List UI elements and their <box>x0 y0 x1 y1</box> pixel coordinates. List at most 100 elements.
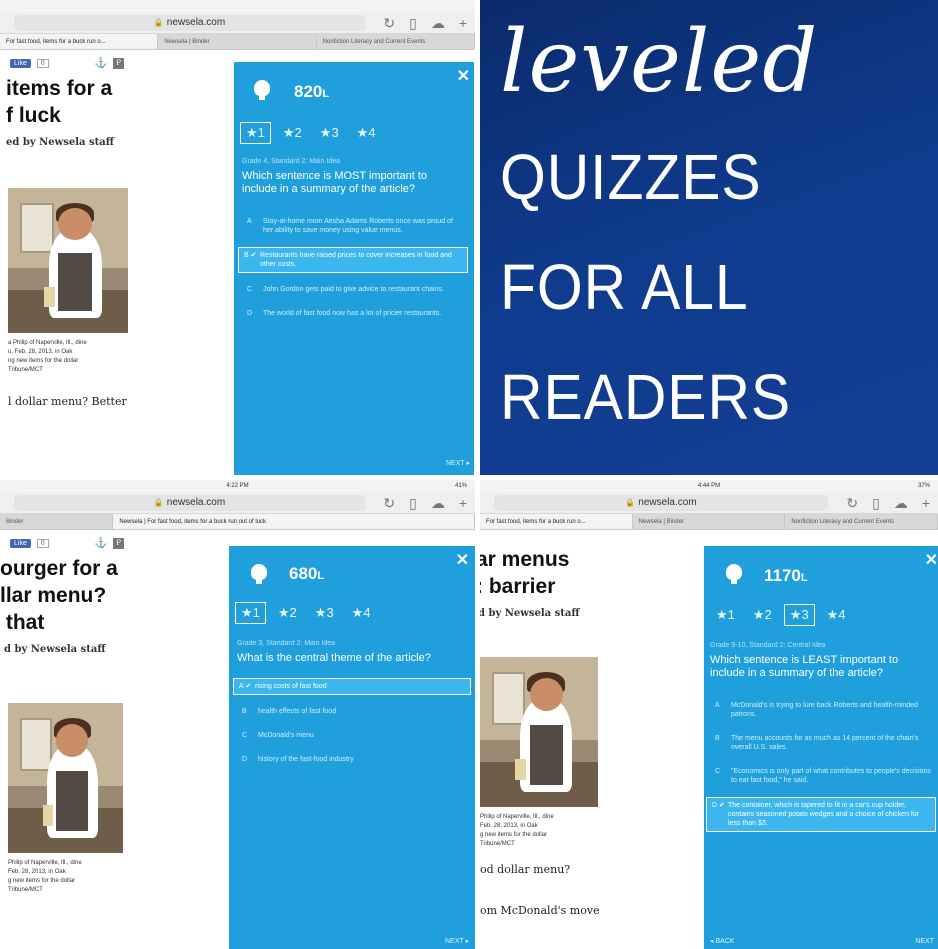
reload-icon[interactable]: ↻ <box>383 14 395 32</box>
star-4-tab[interactable]: ★4 <box>346 602 377 624</box>
star-3-tab[interactable]: ★3 <box>309 602 340 624</box>
tab-binder[interactable]: Newsela | Binder <box>633 514 786 529</box>
byline: ed by Newsela staff <box>6 137 114 148</box>
tab-nonfiction[interactable]: Nonfiction Literacy and Current Events <box>317 34 475 49</box>
facebook-like-button[interactable]: Like <box>10 59 31 68</box>
question-text: Which sentence is MOST important to incl… <box>242 170 428 195</box>
print-icon[interactable]: P <box>113 58 125 69</box>
photo-caption: a Philip of Naperville, Ill., dine u, Fe… <box>8 340 87 373</box>
quiz-panel: 680L ✕ ★1 ★2 ★3 ★4 Grade 3, Standard 2: … <box>229 546 475 949</box>
new-tab-icon[interactable]: + <box>922 494 930 512</box>
answer-a[interactable]: A McDonald's is trying to lure back Rober… <box>710 698 936 722</box>
byline: d by Newsela staff <box>480 608 580 619</box>
lightbulb-icon <box>254 80 270 100</box>
photo-caption: Philip of Naperville, Ill., dine Feb. 28… <box>8 860 82 893</box>
title-graphic: leveled QUIZZES FOR ALL READERS <box>480 0 938 475</box>
cloud-icon[interactable]: ☁ <box>894 494 908 512</box>
url-field[interactable]: 🔒 newsela.com <box>14 495 365 511</box>
star-2-tab[interactable]: ★2 <box>747 604 778 626</box>
lock-icon: 🔒 <box>153 498 164 507</box>
article-lead-2: om McDonald's move <box>480 904 600 917</box>
question-text: What is the central theme of the article… <box>237 652 431 664</box>
title-line-1: QUIZZES <box>500 141 762 213</box>
next-button[interactable]: NEXT <box>915 938 934 945</box>
url-text: newsela.com <box>166 17 226 28</box>
lock-icon: 🔒 <box>625 498 636 507</box>
standard-label: Grade 9-10, Standard 2: Central Idea <box>710 642 826 649</box>
book-icon[interactable]: ▯ <box>872 494 880 512</box>
byline: d by Newsela staff <box>4 644 106 655</box>
url-field[interactable]: 🔒 newsela.com <box>14 15 365 31</box>
url-field[interactable]: 🔒 newsela.com <box>494 495 828 511</box>
status-time: 4:22 PM <box>226 483 249 489</box>
reload-icon[interactable]: ↻ <box>383 494 395 512</box>
reload-icon[interactable]: ↻ <box>846 494 858 512</box>
star-3-tab[interactable]: ★3 <box>314 122 345 144</box>
answer-c[interactable]: C John Gordon gets paid to give advice to… <box>242 282 468 297</box>
star-1-tab[interactable]: ★1 <box>235 602 266 624</box>
tab-binder[interactable]: Binder <box>0 514 114 529</box>
screenshot-820-quiz: 🔒 newsela.com ↻ ▯ ☁ + For fast food, items f… <box>0 0 475 475</box>
answer-b[interactable]: Bhealth effects of fast food <box>237 704 471 719</box>
tab-article[interactable]: Newsela | For fast food, items for a buc… <box>113 514 475 529</box>
star-4-tab[interactable]: ★4 <box>351 122 382 144</box>
anchor-icon[interactable]: ⚓ <box>95 58 107 69</box>
answer-b-selected[interactable]: B ✔ Restaurants have raised prices to cov… <box>238 247 468 273</box>
title-line-2: FOR ALL <box>500 251 749 323</box>
article-headline: items for a f luck <box>6 77 113 127</box>
tab-article[interactable]: For fast food, items for a buck run o... <box>0 34 159 49</box>
anchor-icon[interactable]: ⚓ <box>95 538 107 549</box>
lock-icon: 🔒 <box>153 18 164 27</box>
star-1-tab[interactable]: ★1 <box>710 604 741 626</box>
tab-bar: Binder Newsela | For fast food, items fo… <box>0 514 475 530</box>
quiz-panel: 820L ✕ ★1 ★2 ★3 ★4 Grade 4, Standard 2: … <box>234 62 474 475</box>
lightbulb-icon <box>251 564 267 584</box>
answer-d[interactable]: D The world of fast food now has a lot of… <box>242 306 468 321</box>
battery-level: 41% <box>454 483 467 489</box>
article-column: ar menus : barrier d by Newsela staff Ph… <box>480 546 710 917</box>
facebook-like-button[interactable]: Like <box>10 539 31 548</box>
next-button[interactable]: NEXT ▸ <box>445 937 469 945</box>
title-line-3: READERS <box>500 361 792 433</box>
back-button[interactable]: ◂ BACK <box>710 937 735 945</box>
star-3-tab[interactable]: ★3 <box>783 604 815 626</box>
tab-nonfiction[interactable]: Nonfiction Literacy and Current Events <box>785 514 938 529</box>
article-lead-1: od dollar menu? <box>480 863 571 876</box>
star-2-tab[interactable]: ★2 <box>277 122 308 144</box>
status-time: 4:44 PM <box>697 483 721 489</box>
star-4-tab[interactable]: ★4 <box>821 604 852 626</box>
like-count: 0 <box>36 539 49 548</box>
answer-a[interactable]: A Stay-at-home mom Aesha Adams Roberts on… <box>242 214 468 238</box>
answer-d[interactable]: Dhistory of the fast-food industry <box>237 752 471 767</box>
screenshot-1170-quiz: 4:44 PM 37% 🔒 newsela.com ↻ ▯ ☁ + For fast fo… <box>480 480 938 949</box>
star-2-tab[interactable]: ★2 <box>272 602 303 624</box>
standard-label: Grade 4, Standard 2: Main Idea <box>242 158 341 165</box>
close-icon[interactable]: ✕ <box>457 66 470 86</box>
cloud-icon[interactable]: ☁ <box>431 494 445 512</box>
tab-article[interactable]: For fast food, items for a buck run o... <box>480 514 633 529</box>
book-icon[interactable]: ▯ <box>409 14 417 32</box>
next-button[interactable]: NEXT ▸ <box>446 459 470 467</box>
url-text: newsela.com <box>166 497 226 508</box>
close-icon[interactable]: ✕ <box>925 550 938 570</box>
answer-c[interactable]: C McDonald's menu <box>237 728 471 743</box>
address-bar: 🔒 newsela.com ↻ ▯ ☁ + <box>0 492 475 514</box>
new-tab-icon[interactable]: + <box>459 14 467 32</box>
cloud-icon[interactable]: ☁ <box>431 14 445 32</box>
answer-c[interactable]: C "Economics is only part of what contrib… <box>710 764 936 788</box>
answer-d-selected[interactable]: D ✔ The container, which is tapered to fi… <box>706 797 936 832</box>
status-bar: 4:22 PM 41% <box>0 480 475 492</box>
book-icon[interactable]: ▯ <box>409 494 417 512</box>
tab-binder[interactable]: Newsela | Binder <box>158 34 317 49</box>
answer-a-selected[interactable]: A ✔ rising costs of fast food <box>233 678 471 695</box>
print-icon[interactable]: P <box>113 538 125 549</box>
article-photo <box>8 188 128 333</box>
photo-caption: Philip of Naperville, Ill., dine Feb. 28… <box>480 814 554 847</box>
star-1-tab[interactable]: ★1 <box>240 122 271 144</box>
lexile-level: 1170L <box>764 566 808 585</box>
article-headline: ourger for a llar menu? that <box>0 557 118 634</box>
collage: 🔒 newsela.com ↻ ▯ ☁ + For fast food, items f… <box>0 0 938 949</box>
new-tab-icon[interactable]: + <box>459 494 467 512</box>
answer-b[interactable]: B The menu accounts for as much as 14 per… <box>710 731 936 755</box>
close-icon[interactable]: ✕ <box>456 550 469 570</box>
